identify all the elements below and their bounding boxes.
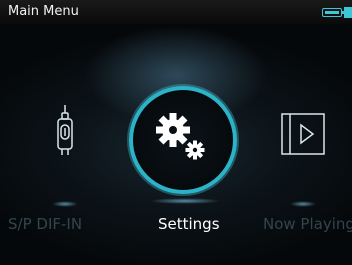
menu-label-now-playing[interactable]: Now Playing bbox=[263, 215, 352, 233]
play-icon[interactable] bbox=[280, 112, 326, 156]
spdif-connector-icon[interactable] bbox=[50, 103, 80, 159]
menu-label-spdif-in[interactable]: S/P DIF-IN bbox=[8, 215, 82, 233]
floor-glow bbox=[52, 201, 78, 207]
floor-glow bbox=[290, 201, 316, 207]
main-menu-screen: Main Menu S/P DIF-IN Settings Now Playin… bbox=[0, 0, 352, 265]
battery-icon bbox=[322, 8, 345, 17]
menu-label-settings[interactable]: Settings bbox=[158, 215, 220, 233]
status-bar: Main Menu bbox=[0, 0, 352, 24]
page-title: Main Menu bbox=[8, 4, 79, 19]
gears-icon[interactable] bbox=[125, 82, 241, 198]
status-indicator bbox=[344, 7, 352, 18]
floor-glow bbox=[150, 198, 220, 204]
